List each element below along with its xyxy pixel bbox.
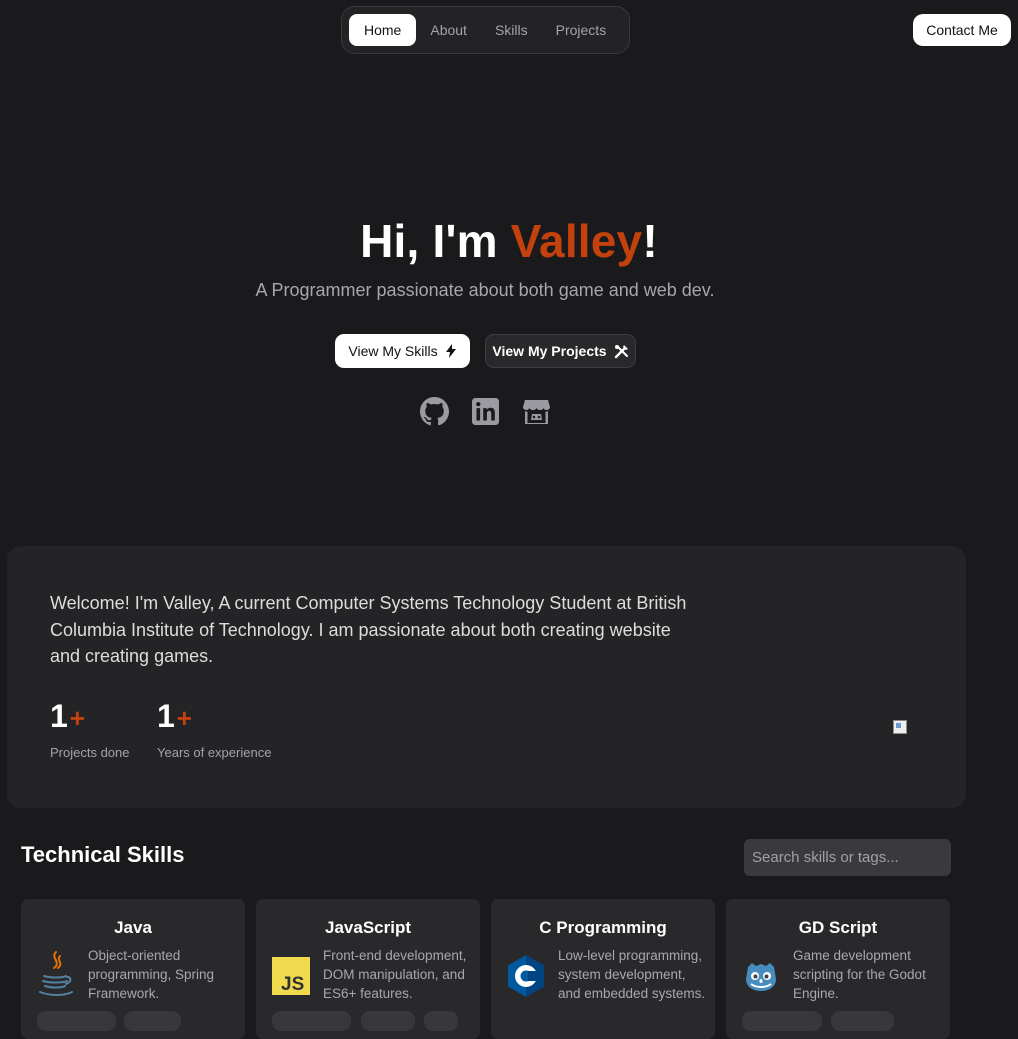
view-projects-label: View My Projects [492,343,607,359]
skill-name: JavaScript [325,918,411,937]
hero-title-prefix: Hi, I'm [360,215,511,267]
about-card: Welcome! I'm Valley, A current Computer … [7,546,966,808]
javascript-icon: JS [269,951,313,1001]
linkedin-icon[interactable] [471,397,500,426]
skill-tag [424,1011,458,1031]
skill-name: Java [114,918,152,937]
contact-me-button[interactable]: Contact Me [913,14,1011,46]
stat-projects: 1+ Projects done [50,698,130,760]
itchio-icon[interactable] [522,397,551,426]
skills-section-title: Technical Skills [21,842,185,867]
hero-title: Hi, I'm Valley! [0,214,1018,268]
stat-value: 1 [157,698,175,734]
stat-label: Projects done [50,745,130,760]
stat-value: 1 [50,698,68,734]
stat-number: 1+ [157,698,271,736]
skill-description: Front-end development, DOM manipulation,… [323,948,467,1001]
skill-description: Low-level programming, system developmen… [558,948,706,1001]
godot-icon [739,951,783,1001]
skill-tag [742,1011,822,1031]
nav-home[interactable]: Home [349,14,417,46]
about-text: Welcome! I'm Valley, A current Computer … [50,593,687,666]
view-projects-button[interactable]: View My Projects [485,334,636,368]
hero-title-suffix: ! [642,215,658,267]
skill-card-c[interactable]: C Programming Low-level programming, sys… [491,899,715,1039]
profile-image-broken [893,720,907,734]
lightning-icon [445,344,456,358]
social-links [420,397,551,426]
nav-projects[interactable]: Projects [542,14,621,46]
stat-experience: 1+ Years of experience [157,698,271,760]
stat-label: Years of experience [157,745,272,760]
skill-tag [272,1011,351,1031]
hero-title-name: Valley [510,215,643,267]
stat-plus: + [69,703,85,733]
svg-text:JS: JS [281,974,304,995]
skill-name: GD Script [798,918,878,937]
java-icon [34,951,78,1001]
skill-description: Object-oriented programming, Spring Fram… [88,948,215,1001]
github-icon[interactable] [420,397,449,426]
skill-description: Game development scripting for the Godot… [793,948,926,1001]
c-icon [504,951,548,1001]
skill-tag [37,1011,116,1031]
main-nav: Home About Skills Projects [341,6,630,54]
view-skills-button[interactable]: View My Skills [335,334,470,368]
view-skills-label: View My Skills [348,343,438,359]
skill-tag [124,1011,181,1031]
skills-search-input[interactable] [744,839,951,876]
skill-tag [361,1011,415,1031]
tools-icon [614,344,628,358]
skill-name: C Programming [539,918,667,937]
hero-subtitle: A Programmer passionate about both game … [255,280,715,300]
nav-about[interactable]: About [416,14,481,46]
nav-skills[interactable]: Skills [481,14,542,46]
stat-plus: + [176,703,192,733]
stat-number: 1+ [50,698,130,736]
skill-tag [831,1011,894,1031]
